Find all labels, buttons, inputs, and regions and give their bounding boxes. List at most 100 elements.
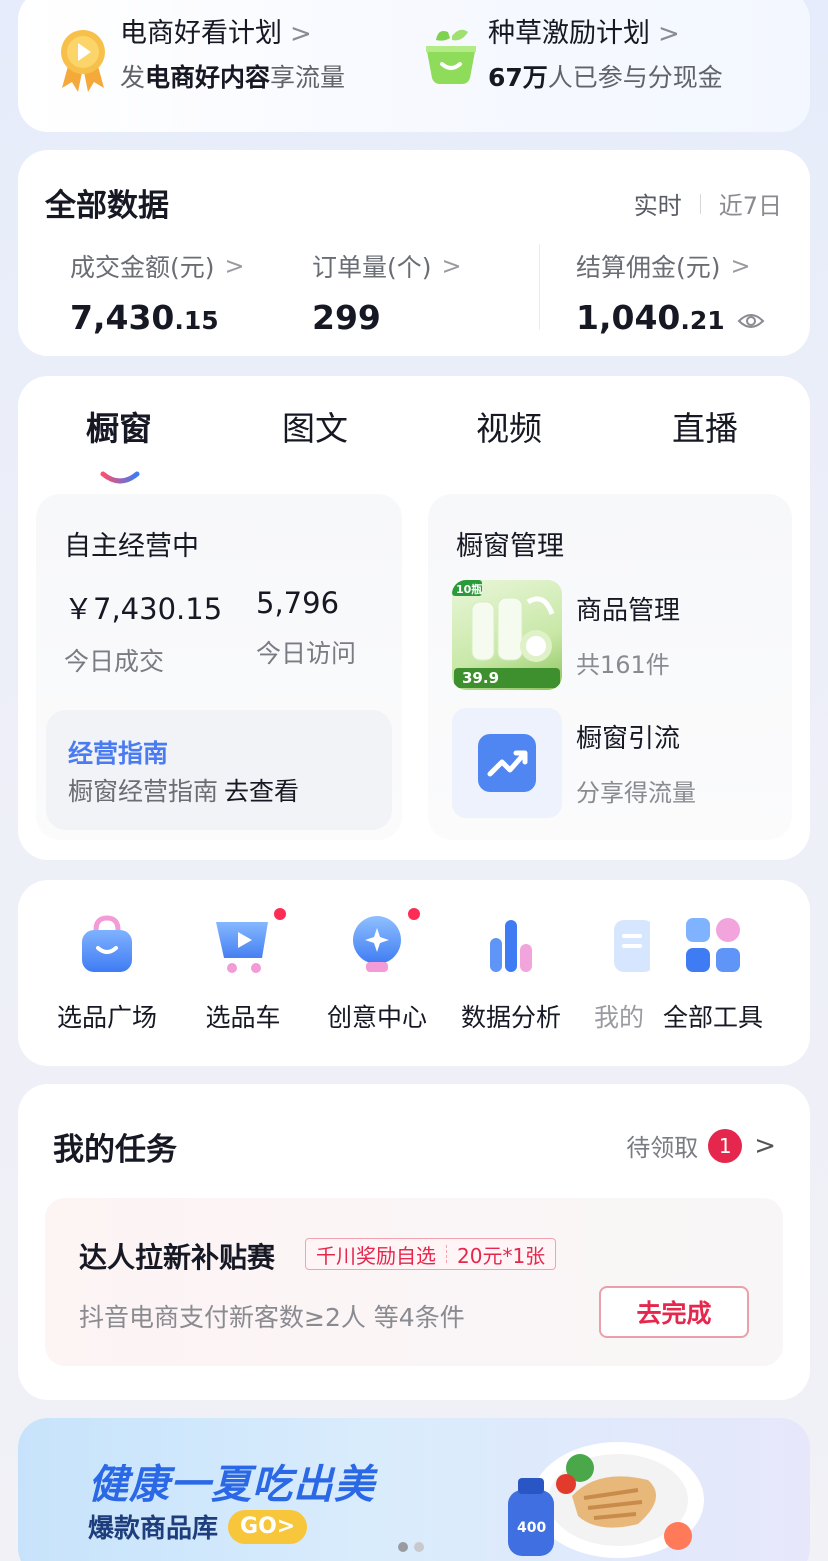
bottle-label: 400	[517, 1520, 546, 1536]
stat-label: 今日成交	[64, 647, 165, 676]
shopping-bag-icon	[74, 912, 140, 978]
self-operation-panel[interactable]: 自主经营中 ￥7,430.15 今日成交 5,796 今日访问 经营指南 橱窗经…	[36, 494, 402, 840]
promo-left-sub-suffix: 享流量	[270, 63, 346, 92]
panel-title: 橱窗管理	[456, 531, 564, 562]
chevron-right-icon: >	[441, 252, 462, 280]
promo-good-content[interactable]: 电商好看计划 > 发电商好内容享流量	[54, 14, 345, 98]
chevron-right-icon: >	[658, 19, 680, 49]
chevron-right-icon: >	[730, 252, 751, 280]
stat-today-sales: ￥7,430.15 今日成交	[64, 586, 222, 678]
stat-value: ￥7,430.15	[64, 592, 223, 626]
metric-label: 结算佣金(元)	[576, 253, 721, 282]
chevron-right-icon: >	[224, 252, 245, 280]
tool-label: 创意中心	[326, 1003, 427, 1032]
panel-title: 自主经营中	[64, 531, 199, 562]
chevron-right-icon: >	[290, 19, 312, 49]
metric-orders[interactable]: 订单量(个) > 299	[312, 248, 462, 337]
all-data-card: 全部数据 实时 近7日 成交金额(元) > 7,430.15 订单量(个) > 29…	[18, 150, 810, 356]
tool-selection-plaza[interactable]: 选品广场	[42, 912, 172, 1034]
tab-showcase[interactable]: 橱窗	[86, 402, 152, 450]
metric-value-int: 299	[312, 298, 381, 337]
go-button[interactable]: GO>	[228, 1509, 308, 1544]
grid-icon	[680, 912, 746, 978]
metric-value-dec: .15	[174, 306, 219, 335]
range-divider	[699, 193, 701, 214]
tool-selection-cart[interactable]: 选品车	[178, 908, 308, 1034]
tool-all-tools[interactable]: 全部工具	[648, 912, 778, 1034]
banner-subtitle: 爆款商品库	[88, 1514, 219, 1544]
tab-image-text[interactable]: 图文	[282, 402, 348, 450]
metric-divider	[539, 244, 540, 330]
promo-left-title: 电商好看计划	[120, 18, 282, 49]
item-name: 橱窗引流	[576, 724, 681, 754]
metric-value-int: 7,430	[70, 298, 175, 337]
traffic-thumb	[452, 708, 562, 818]
food-plate-image: 400	[488, 1428, 718, 1561]
showcase-traffic[interactable]: 橱窗引流 分享得流量	[452, 708, 696, 818]
tab-video[interactable]: 视频	[476, 402, 542, 450]
range-realtime-tab[interactable]: 实时	[634, 186, 682, 221]
reward-tag: 千川奖励自选 20元*1张	[305, 1238, 557, 1270]
metric-label: 订单量(个)	[312, 253, 432, 282]
item-sub: 分享得流量	[576, 779, 696, 807]
metric-gmv[interactable]: 成交金额(元) > 7,430.15	[70, 248, 245, 337]
green-pot-icon	[422, 26, 480, 84]
promo-seeding-incentive[interactable]: 种草激励计划 > 67万人已参与分现金	[422, 14, 723, 98]
guide-link[interactable]: 去查看	[224, 777, 299, 806]
item-name: 商品管理	[576, 596, 681, 626]
data-range-switch: 实时 近7日	[634, 186, 782, 221]
promo-right-sub-bold: 67万	[488, 63, 548, 92]
product-management[interactable]: 10瓶 39.9 商品管理 共161件	[452, 580, 680, 690]
chevron-right-icon: >	[754, 1130, 776, 1161]
carousel-dot-active	[398, 1542, 408, 1552]
tool-data-analysis[interactable]: 数据分析	[446, 912, 576, 1034]
stat-today-visits: 5,796 今日访问	[256, 586, 356, 670]
tab-live[interactable]: 直播	[672, 402, 738, 450]
showcase-card: 橱窗 图文 视频 直播 自主经营中 ￥7,430.15 今日成交 5,796 今…	[18, 376, 810, 860]
thumb-price: 39.9	[462, 669, 500, 687]
gold-medal-icon	[54, 26, 112, 92]
tool-creative-center[interactable]: 创意中心	[312, 908, 442, 1034]
stat-value: 5,796	[256, 586, 340, 620]
metric-value-dec: .21	[680, 306, 725, 335]
promo-card: 电商好看计划 > 发电商好内容享流量 种草激励计划 > 67万人已参与分现金	[18, 0, 810, 132]
pending-tasks-link[interactable]: 待领取 1 >	[626, 1128, 776, 1163]
promo-right-sub-suffix: 人已参与分现金	[547, 63, 723, 92]
guide-desc: 橱窗经营指南	[68, 777, 219, 806]
thumb-tag: 10瓶	[456, 583, 483, 596]
guide-title: 经营指南	[68, 739, 169, 768]
promo-left-sub-bold: 电商好内容	[145, 63, 271, 92]
tool-label: 数据分析	[460, 1003, 561, 1032]
pending-count-badge: 1	[708, 1128, 743, 1163]
promo-right-title: 种草激励计划	[488, 18, 650, 49]
pending-label: 待领取	[626, 1134, 699, 1162]
product-thumbnail: 10瓶 39.9	[452, 580, 562, 690]
complete-task-button[interactable]: 去完成	[599, 1286, 749, 1338]
item-sub: 共161件	[576, 651, 670, 679]
task-name: 达人拉新补贴赛	[79, 1241, 276, 1274]
task-conditions: 抖音电商支付新客数≥2人 等4条件	[79, 1303, 465, 1332]
showcase-management-panel: 橱窗管理 10瓶 39.9 商品管理 共161件 橱窗引流 分享得流量	[428, 494, 792, 840]
banner-subtitle-row: 爆款商品库 GO>	[88, 1508, 308, 1545]
operation-guide[interactable]: 经营指南 橱窗经营指南 去查看	[46, 710, 392, 830]
metric-value-int: 1,040	[576, 298, 681, 337]
carousel-indicator	[398, 1542, 430, 1552]
tools-card: 选品广场 选品车 创意中心 数据分析 我的 全部工具	[18, 880, 810, 1066]
metric-commission[interactable]: 结算佣金(元) > 1,040.21	[576, 248, 765, 337]
my-tasks-card: 我的任务 待领取 1 > 达人拉新补贴赛 千川奖励自选 20元*1张 抖音电商支…	[18, 1084, 810, 1400]
task-item: 达人拉新补贴赛 千川奖励自选 20元*1张 抖音电商支付新客数≥2人 等4条件 …	[45, 1198, 783, 1366]
promo-banner[interactable]: 健康一夏吃出美 爆款商品库 GO> 400	[18, 1418, 810, 1561]
tool-label: 我的	[594, 1003, 645, 1032]
document-icon	[604, 912, 650, 978]
content-tabs: 橱窗 图文 视频 直播	[18, 402, 810, 484]
banner-title: 健康一夏吃出美	[88, 1462, 375, 1508]
reward-type: 千川奖励自选	[316, 1243, 436, 1268]
eye-icon[interactable]	[737, 300, 765, 339]
task-section-title: 我的任务	[53, 1132, 177, 1168]
tool-label: 选品广场	[56, 1003, 157, 1032]
lightbulb-icon	[344, 912, 410, 978]
carousel-dot	[414, 1542, 424, 1552]
range-7days-tab[interactable]: 近7日	[719, 186, 782, 221]
tool-my[interactable]: 我的	[578, 912, 650, 1034]
notification-dot	[408, 908, 420, 920]
